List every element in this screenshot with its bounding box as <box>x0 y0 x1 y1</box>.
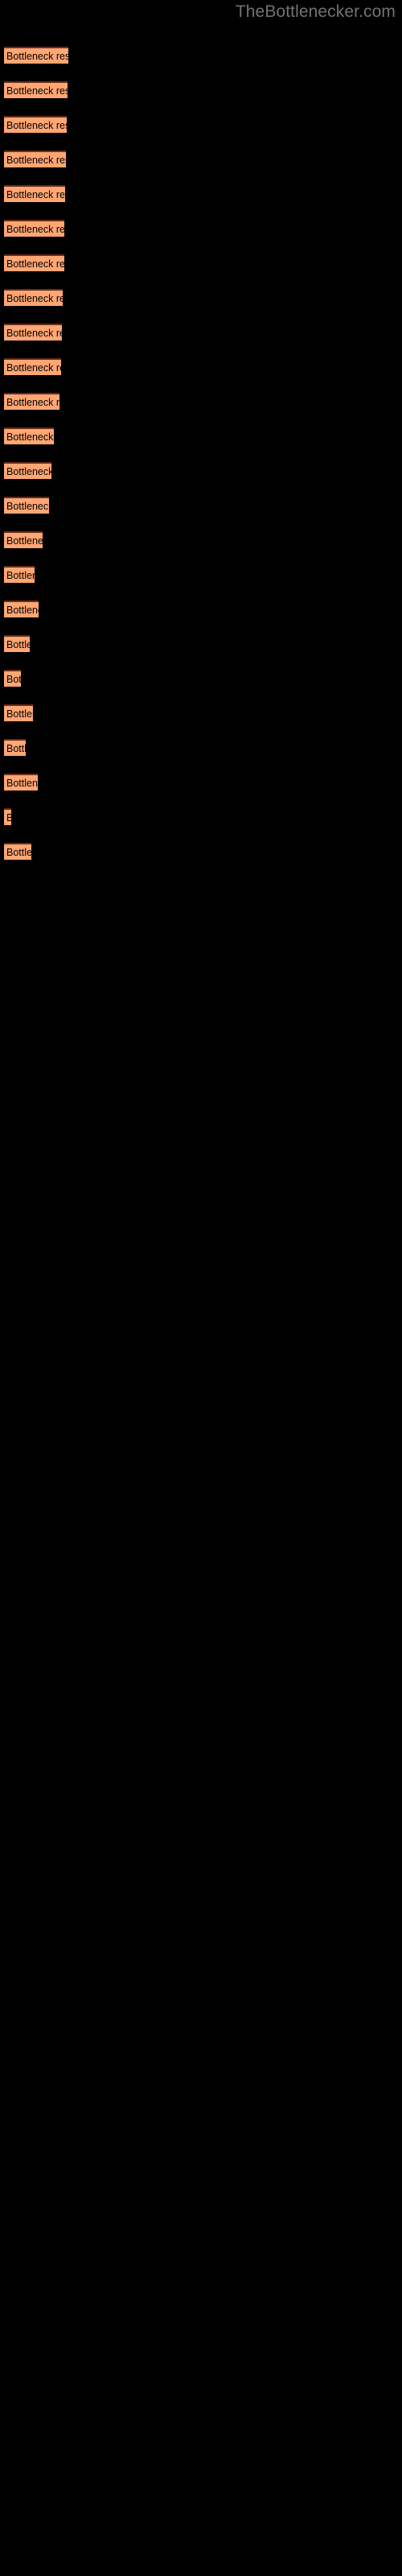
bar-series-layer: Bottleneck result Bottleneck result Bottle… <box>0 0 402 2576</box>
bar-row: Bottleneck result <box>0 254 402 274</box>
bar-row: Bottleneck result <box>0 289 402 308</box>
bar[interactable]: Bottleneck result <box>4 220 64 237</box>
bar-row: Bottleneck result <box>0 635 402 654</box>
bar-row: Bottleneck result <box>0 81 402 101</box>
bar-label: Bottleneck result <box>6 50 68 62</box>
bar-row: Bottleneck result <box>0 843 402 862</box>
bar[interactable]: Bottleneck result <box>4 670 21 687</box>
bar-label: Bottleneck result <box>6 154 66 166</box>
bar-label: Bottleneck result <box>6 292 63 304</box>
bar-row: Bottleneck result <box>0 324 402 343</box>
bar[interactable]: Bottleneck result <box>4 358 61 375</box>
bar[interactable]: Bottleneck result <box>4 704 33 721</box>
bar[interactable]: Bottleneck result <box>4 497 49 514</box>
bar[interactable]: Bottleneck result <box>4 601 39 617</box>
bar-row: Bottleneck result <box>0 151 402 170</box>
bar-row: Bottleneck result <box>0 704 402 724</box>
bar-row: Bottleneck result <box>0 601 402 620</box>
bar-label: Bottleneck result <box>6 119 67 131</box>
bar-row: Bottleneck result <box>0 116 402 135</box>
bar-row: Bottleneck result <box>0 47 402 66</box>
bar-label: Bottleneck result <box>6 327 62 339</box>
bar[interactable]: Bottleneck result <box>4 635 30 652</box>
bar[interactable]: Bottleneck result <box>4 289 63 306</box>
bottleneck-chart: TheBottlenecker.com Bottleneck resultBot… <box>0 0 402 2576</box>
bar-row: Bottleneck result <box>0 427 402 447</box>
bar-label: Bottleneck result <box>6 604 39 616</box>
bar-row: Bottleneck result <box>0 774 402 793</box>
bar[interactable]: Bottleneck result <box>4 254 64 271</box>
bar-label: Bottleneck result <box>6 188 65 200</box>
bar[interactable]: Bottleneck result <box>4 739 26 756</box>
bar-label: Bottleneck result <box>6 569 35 581</box>
bar[interactable]: Bottleneck result <box>4 427 54 444</box>
bar-label: Bottleneck result <box>6 812 11 824</box>
bar[interactable]: Bottleneck result <box>4 47 68 64</box>
bar[interactable]: Bottleneck result <box>4 531 43 548</box>
bar-label: Bottleneck result <box>6 708 33 720</box>
bar[interactable]: Bottleneck result <box>4 116 67 133</box>
bar-label: Bottleneck result <box>6 361 61 374</box>
bar[interactable]: Bottleneck result <box>4 185 65 202</box>
bar-row: Bottleneck result <box>0 497 402 516</box>
bar[interactable]: Bottleneck result <box>4 462 51 479</box>
bar-label: Bottleneck result <box>6 846 31 858</box>
bar[interactable]: Bottleneck result <box>4 808 11 825</box>
bar-label: Bottleneck result <box>6 638 30 650</box>
bar-row: Bottleneck result <box>0 808 402 828</box>
bar-row: Bottleneck result <box>0 531 402 551</box>
bar-label: Bottleneck result <box>6 500 49 512</box>
bar-row: Bottleneck result <box>0 220 402 239</box>
bar[interactable]: Bottleneck result <box>4 324 62 341</box>
bar-label: Bottleneck result <box>6 223 64 235</box>
bar-label: Bottleneck result <box>6 465 51 477</box>
bar-label: Bottleneck result <box>6 85 68 97</box>
bar-label: Bottleneck result <box>6 396 59 408</box>
bar-row: Bottleneck result <box>0 358 402 378</box>
bar[interactable]: Bottleneck result <box>4 566 35 583</box>
bar[interactable]: Bottleneck result <box>4 774 38 791</box>
bar-row: Bottleneck result <box>0 739 402 758</box>
bar-label: Bottleneck result <box>6 673 21 685</box>
bar-row: Bottleneck result <box>0 393 402 412</box>
bar[interactable]: Bottleneck result <box>4 151 66 167</box>
bar-label: Bottleneck result <box>6 258 64 270</box>
bar-label: Bottleneck result <box>6 742 26 754</box>
bar-label: Bottleneck result <box>6 431 54 443</box>
bar[interactable]: Bottleneck result <box>4 393 59 410</box>
bar-label: Bottleneck result <box>6 777 38 789</box>
bar-row: Bottleneck result <box>0 566 402 585</box>
bar-row: Bottleneck result <box>0 670 402 689</box>
bar[interactable]: Bottleneck result <box>4 843 31 860</box>
bar-row: Bottleneck result <box>0 185 402 204</box>
bar[interactable]: Bottleneck result <box>4 81 68 98</box>
bar-label: Bottleneck result <box>6 535 43 547</box>
bar-row: Bottleneck result <box>0 462 402 481</box>
